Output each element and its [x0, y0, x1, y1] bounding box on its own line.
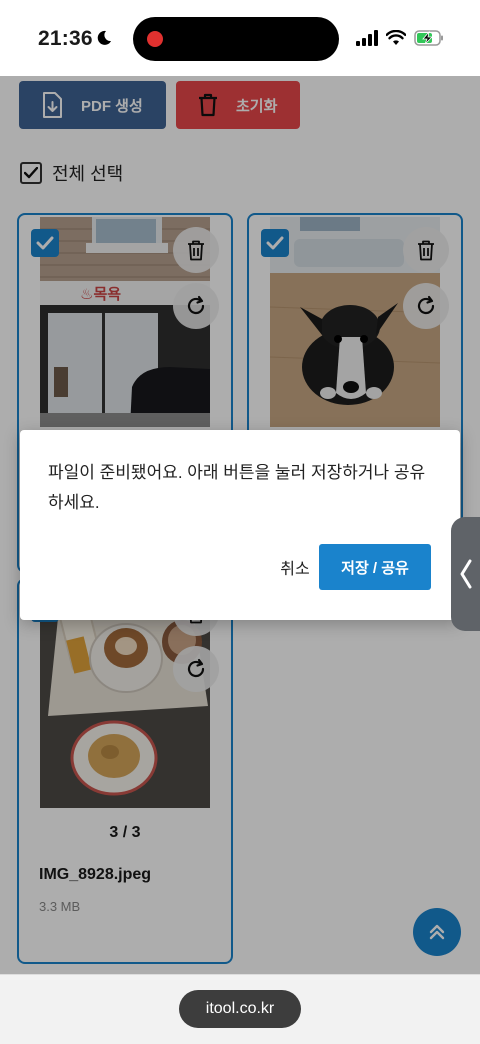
browser-bottom-bar: itool.co.kr — [0, 974, 480, 1044]
signal-icon — [356, 30, 378, 46]
status-bar: 21:36 — [0, 0, 480, 76]
save-share-button[interactable]: 저장 / 공유 — [319, 544, 431, 590]
chevron-left-icon — [460, 559, 471, 589]
battery-charging-icon — [414, 30, 443, 46]
wifi-icon — [386, 30, 406, 45]
address-bar[interactable]: itool.co.kr — [179, 990, 301, 1028]
share-dialog: 파일이 준비됐어요. 아래 버튼을 눌러 저장하거나 공유하세요. 취소 저장 … — [20, 430, 460, 620]
status-icons — [356, 28, 444, 48]
dialog-message: 파일이 준비됐어요. 아래 버튼을 눌러 저장하거나 공유하세요. — [48, 463, 426, 512]
status-time: 21:36 — [38, 27, 93, 50]
recording-indicator — [147, 31, 163, 47]
dynamic-island — [133, 17, 339, 61]
side-drawer-tab[interactable] — [451, 517, 480, 631]
moon-icon — [97, 30, 111, 45]
